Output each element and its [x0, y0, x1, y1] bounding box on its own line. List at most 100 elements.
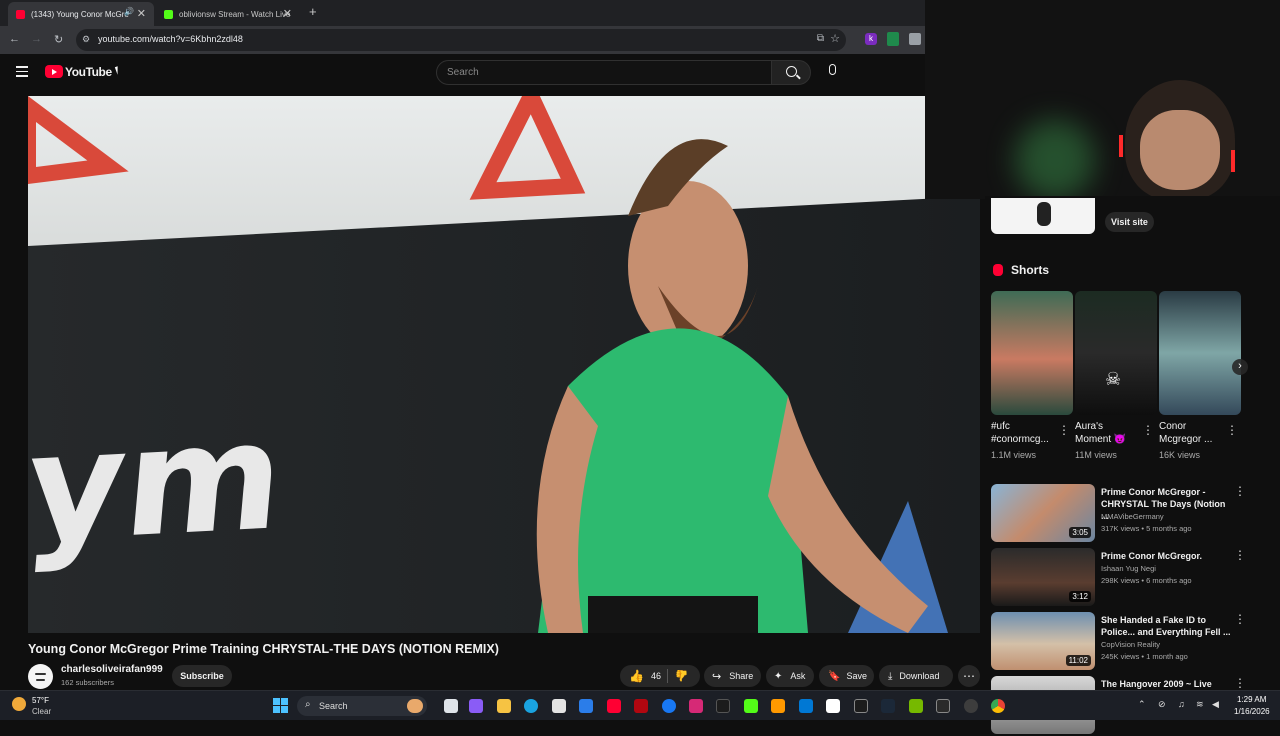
- outlook-icon[interactable]: [579, 699, 593, 713]
- visit-site-button[interactable]: Visit site: [1105, 212, 1154, 232]
- thumbs-up-icon[interactable]: 👍: [629, 669, 644, 683]
- hamburger-menu-icon[interactable]: [16, 66, 28, 77]
- short-title[interactable]: Conor: [1159, 420, 1186, 433]
- channel-name[interactable]: MMAVibeGermany: [1101, 512, 1164, 521]
- more-options-icon[interactable]: ⋮: [1226, 423, 1238, 437]
- video-thumbnail[interactable]: 3:12: [991, 548, 1095, 606]
- extension-puzzle-icon[interactable]: [909, 33, 921, 45]
- tab-stream[interactable]: oblivionsw Stream - Watch Live ✕: [156, 2, 300, 26]
- more-options-icon[interactable]: ⋮: [1142, 423, 1154, 437]
- recommendation-item[interactable]: 3:05 Prime Conor McGregor - CHRYSTAL The…: [991, 484, 1261, 544]
- settings-gear-icon[interactable]: [964, 699, 978, 713]
- channel-name[interactable]: Ishaan Yug Negi: [1101, 564, 1156, 573]
- kick-app-icon[interactable]: [744, 699, 758, 713]
- like-count[interactable]: 46: [651, 671, 661, 681]
- task-view-icon[interactable]: [444, 699, 458, 713]
- reload-icon[interactable]: ↻: [54, 33, 63, 46]
- recommendation-title[interactable]: Prime Conor McGregor.: [1101, 550, 1231, 562]
- netflix-icon[interactable]: [634, 699, 648, 713]
- short-title[interactable]: Aura's: [1075, 420, 1103, 433]
- recommendation-item[interactable]: 11:02 She Handed a Fake ID to Police... …: [991, 612, 1261, 672]
- video-title: Young Conor McGregor Prime Training CHRY…: [28, 642, 499, 656]
- forward-arrow-icon[interactable]: →: [31, 33, 42, 45]
- download-button[interactable]: ⤓ Download: [879, 665, 953, 687]
- video-thumbnail[interactable]: 3:05: [991, 484, 1095, 542]
- microphone-icon[interactable]: [829, 64, 836, 75]
- tiktok-icon[interactable]: [716, 699, 730, 713]
- short-thumbnail[interactable]: [991, 291, 1073, 415]
- weather-temp[interactable]: 57°F: [32, 696, 49, 705]
- short-title[interactable]: Moment 😈: [1075, 433, 1126, 446]
- thumbs-down-icon[interactable]: 👍: [675, 669, 689, 682]
- youtube-logo-text[interactable]: YouTube: [65, 65, 112, 79]
- search-placeholder: Search: [447, 67, 479, 78]
- save-button[interactable]: 🔖 Save: [819, 665, 874, 687]
- network-icon[interactable]: ⊘: [1158, 699, 1166, 710]
- file-explorer-icon[interactable]: [497, 699, 511, 713]
- clock-time[interactable]: 1:29 AM: [1237, 695, 1266, 704]
- channel-name[interactable]: charlesoliveirafan999: [61, 664, 163, 675]
- channel-avatar[interactable]: [28, 664, 53, 689]
- bookmark-star-icon[interactable]: ☆: [830, 32, 840, 45]
- more-options-icon[interactable]: ⋮: [1234, 612, 1246, 626]
- url-field[interactable]: ⚙ youtube.com/watch?v=6Kbhn2zdl48 ⧉ ☆: [76, 29, 846, 51]
- share-button[interactable]: ↪ Share: [704, 665, 761, 687]
- app-icon[interactable]: [854, 699, 868, 713]
- windows-start-icon[interactable]: [273, 698, 288, 713]
- subscribe-button[interactable]: Subscribe: [172, 665, 232, 687]
- more-options-icon[interactable]: ⋮: [1234, 548, 1246, 562]
- short-thumbnail[interactable]: ☠: [1075, 291, 1157, 415]
- copilot-icon[interactable]: [469, 699, 483, 713]
- facebook-icon[interactable]: [662, 699, 676, 713]
- back-arrow-icon[interactable]: ←: [9, 33, 20, 45]
- video-thumbnail[interactable]: 11:02: [991, 612, 1095, 670]
- epic-games-icon[interactable]: [936, 699, 950, 713]
- short-title[interactable]: #ufc: [991, 420, 1010, 433]
- youtube-app-icon[interactable]: [607, 699, 621, 713]
- wifi-icon[interactable]: ≋: [1196, 699, 1204, 710]
- close-icon[interactable]: ✕: [283, 7, 292, 20]
- search-button[interactable]: [771, 60, 811, 85]
- instagram-icon[interactable]: [689, 699, 703, 713]
- more-actions-icon[interactable]: ⋯: [958, 665, 980, 687]
- nvidia-icon[interactable]: [909, 699, 923, 713]
- more-options-icon[interactable]: ⋮: [1234, 484, 1246, 498]
- extension-icon[interactable]: [887, 32, 899, 46]
- chevron-right-icon[interactable]: ›: [1232, 359, 1248, 375]
- more-options-icon[interactable]: ⋮: [1058, 423, 1070, 437]
- taskbar-search-box[interactable]: ⌕ Search: [297, 696, 427, 716]
- short-title[interactable]: Mcgregor ...: [1159, 433, 1212, 446]
- chevron-up-icon[interactable]: ⌃: [1138, 699, 1146, 710]
- site-info-icon[interactable]: ⚙: [82, 34, 90, 45]
- short-title[interactable]: #conormcg...: [991, 433, 1049, 446]
- close-icon[interactable]: ✕: [137, 7, 146, 20]
- video-meta: 245K views • 1 month ago: [1101, 652, 1188, 661]
- volume-icon[interactable]: ◀: [1212, 699, 1219, 710]
- steam-icon[interactable]: [881, 699, 895, 713]
- recommendation-title[interactable]: She Handed a Fake ID to Police... and Ev…: [1101, 614, 1231, 638]
- install-app-icon[interactable]: ⧉: [817, 33, 824, 44]
- short-thumbnail[interactable]: [1159, 291, 1241, 415]
- video-player[interactable]: ym: [28, 96, 980, 633]
- amazon-icon[interactable]: [771, 699, 785, 713]
- kick-favicon-icon: [164, 9, 173, 19]
- ask-button[interactable]: ✦ Ask: [766, 665, 814, 687]
- tab-youtube[interactable]: (1343) Young Conor McGre 🔊 ✕: [8, 2, 154, 26]
- chrome-icon[interactable]: [991, 699, 1005, 713]
- youtube-logo-icon[interactable]: [45, 65, 63, 78]
- speaker-icon[interactable]: 🔊: [124, 7, 134, 16]
- ad-thumbnail[interactable]: [991, 198, 1095, 234]
- microphone-icon[interactable]: ♫: [1178, 699, 1185, 709]
- teams-icon[interactable]: [799, 699, 813, 713]
- weather-icon[interactable]: [12, 697, 26, 711]
- recommendation-item[interactable]: 3:12 Prime Conor McGregor. Ishaan Yug Ne…: [991, 548, 1261, 608]
- extension-k-icon[interactable]: k: [865, 33, 877, 45]
- clock-date[interactable]: 1/16/2026: [1234, 707, 1270, 716]
- search-input[interactable]: Search: [436, 60, 772, 85]
- roblox-icon[interactable]: [826, 699, 840, 713]
- edge-icon[interactable]: [524, 699, 538, 713]
- store-icon[interactable]: [552, 699, 566, 713]
- new-tab-button[interactable]: +: [309, 4, 317, 19]
- more-options-icon[interactable]: ⋮: [1234, 676, 1246, 690]
- channel-name[interactable]: CopVision Reality: [1101, 640, 1160, 649]
